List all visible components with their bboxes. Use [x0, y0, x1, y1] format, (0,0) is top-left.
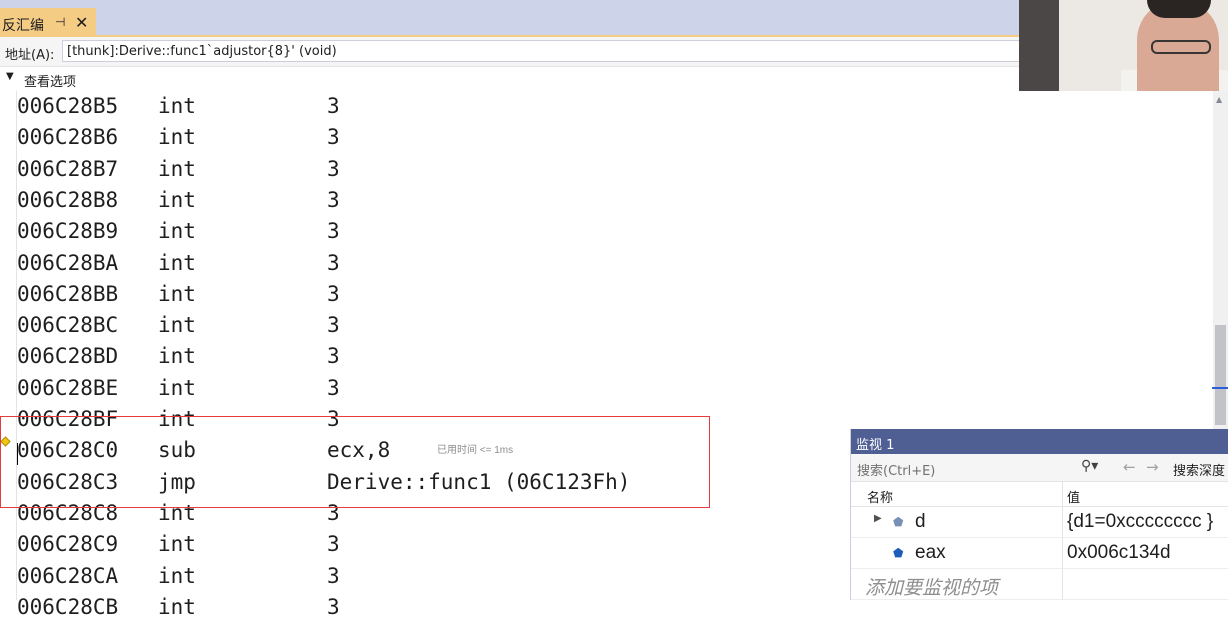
- disassembly-row[interactable]: 006C28BB int 3: [0, 279, 1200, 310]
- instruction-operand: 3: [327, 94, 340, 118]
- instruction-operand: 3: [327, 594, 340, 619]
- instruction-operand: 3: [327, 156, 340, 181]
- search-depth-label[interactable]: 搜索深度: [1173, 460, 1225, 479]
- column-divider[interactable]: [1062, 482, 1063, 506]
- instruction-operand: 3: [327, 125, 340, 150]
- disassembly-row[interactable]: 006C28BA int 3: [0, 248, 1200, 279]
- watch-title-bar[interactable]: 监视 1: [851, 429, 1228, 454]
- instruction-opcode: int: [158, 375, 196, 400]
- instruction-address: 006C28BA: [17, 250, 119, 275]
- scrollbar-position-marker: [1212, 387, 1228, 389]
- instruction-address: 006C28BD: [17, 344, 119, 369]
- webcam-person-glasses: [1151, 40, 1211, 54]
- instruction-address: 006C28CA: [17, 563, 119, 588]
- watch-window: 监视 1 搜索(Ctrl+E) ⚲▾ ← → 搜索深度 名称 值 ▶ ⬟ d {…: [850, 429, 1228, 600]
- close-icon[interactable]: ✕: [75, 13, 88, 32]
- instruction-address: 006C28B6: [17, 125, 119, 150]
- instruction-opcode: int: [158, 187, 196, 212]
- disassembly-row[interactable]: 006C28B7 int 3: [0, 154, 1200, 185]
- arrow-left-icon[interactable]: ←: [1123, 458, 1136, 476]
- instruction-operand: 3: [327, 313, 340, 338]
- instruction-operand: 3: [327, 532, 340, 557]
- watch-column-header: 名称 值: [851, 482, 1228, 507]
- expand-arrow-icon[interactable]: ▶: [874, 513, 882, 524]
- pin-icon[interactable]: ⊣: [55, 15, 65, 29]
- watch-row[interactable]: ▶ ⬟ d {d1=0xcccccccc }: [851, 507, 1228, 538]
- variable-icon: ⬟: [893, 515, 904, 529]
- watch-search-input[interactable]: 搜索(Ctrl+E): [857, 460, 935, 479]
- instruction-operand: 3: [327, 187, 340, 212]
- disassembly-row[interactable]: 006C28B9 int 3: [0, 216, 1200, 247]
- instruction-opcode: int: [158, 156, 196, 181]
- instruction-address: 006C28CB: [17, 594, 119, 619]
- instruction-address: 006C28BE: [17, 375, 119, 400]
- instruction-opcode: int: [158, 313, 196, 338]
- instruction-opcode: int: [158, 94, 196, 118]
- instruction-opcode: int: [158, 594, 196, 619]
- watch-row-value[interactable]: {d1=0xcccccccc }: [1067, 511, 1213, 533]
- register-icon: ⬟: [893, 546, 904, 560]
- column-divider: [1062, 538, 1063, 568]
- add-watch-placeholder[interactable]: 添加要监视的项: [865, 573, 998, 600]
- instruction-address: 006C28B7: [17, 156, 119, 181]
- instruction-operand: 3: [327, 344, 340, 369]
- instruction-address: 006C28B9: [17, 219, 119, 244]
- instruction-operand: 3: [327, 375, 340, 400]
- instruction-opcode: int: [158, 563, 196, 588]
- watch-row-name: d: [915, 511, 926, 532]
- tab-disassembly[interactable]: 反汇编 ⊣ ✕: [0, 8, 96, 37]
- watch-row-value[interactable]: 0x006c134d: [1067, 542, 1171, 564]
- instruction-operand: 3: [327, 250, 340, 275]
- webcam-background: [1019, 0, 1059, 91]
- arrow-right-icon[interactable]: →: [1146, 458, 1159, 476]
- watch-title: 监视 1: [856, 438, 895, 453]
- webcam-overlay: [1019, 0, 1228, 91]
- disassembly-row[interactable]: 006C28B8 int 3: [0, 185, 1200, 216]
- disassembly-row[interactable]: 006C28BC int 3: [0, 310, 1200, 341]
- instruction-address: 006C28B8: [17, 187, 119, 212]
- instruction-opcode: int: [158, 219, 196, 244]
- instruction-opcode: int: [158, 532, 196, 557]
- instruction-operand: 3: [327, 563, 340, 588]
- scroll-up-arrow-icon[interactable]: ▲: [1216, 95, 1222, 104]
- disassembly-row[interactable]: 006C28BE int 3: [0, 373, 1200, 404]
- column-divider: [1062, 507, 1063, 537]
- watch-row[interactable]: ⬟ eax 0x006c134d: [851, 538, 1228, 569]
- address-label: 地址(A):: [5, 48, 55, 63]
- instruction-operand: 3: [327, 281, 340, 306]
- watch-search-bar: 搜索(Ctrl+E) ⚲▾ ← → 搜索深度: [851, 454, 1228, 482]
- view-options-label: 查看选项: [24, 75, 77, 90]
- column-value-header[interactable]: 值: [1067, 487, 1080, 506]
- instruction-address: 006C28C9: [17, 532, 119, 557]
- instruction-address: 006C28BC: [17, 313, 119, 338]
- highlight-annotation-box: [0, 416, 710, 508]
- watch-row-name: eax: [915, 542, 946, 563]
- search-icon[interactable]: ⚲▾: [1081, 458, 1098, 474]
- instruction-opcode: int: [158, 344, 196, 369]
- scrollbar-thumb[interactable]: [1215, 325, 1226, 425]
- disassembly-row[interactable]: 006C28B5 int 3: [0, 91, 1200, 122]
- webcam-person-hair: [1147, 0, 1211, 18]
- watch-add-row[interactable]: 添加要监视的项: [851, 569, 1228, 600]
- disassembly-row[interactable]: 006C28BD int 3: [0, 341, 1200, 372]
- tab-title: 反汇编: [2, 18, 44, 34]
- chevron-down-icon: ▼: [6, 71, 14, 82]
- instruction-opcode: int: [158, 125, 196, 150]
- column-divider: [1062, 569, 1063, 599]
- instruction-address: 006C28B5: [17, 94, 119, 118]
- disassembly-row[interactable]: 006C28B6 int 3: [0, 122, 1200, 153]
- instruction-operand: 3: [327, 219, 340, 244]
- column-name-header[interactable]: 名称: [867, 487, 893, 506]
- instruction-opcode: int: [158, 250, 196, 275]
- instruction-address: 006C28BB: [17, 281, 119, 306]
- instruction-opcode: int: [158, 281, 196, 306]
